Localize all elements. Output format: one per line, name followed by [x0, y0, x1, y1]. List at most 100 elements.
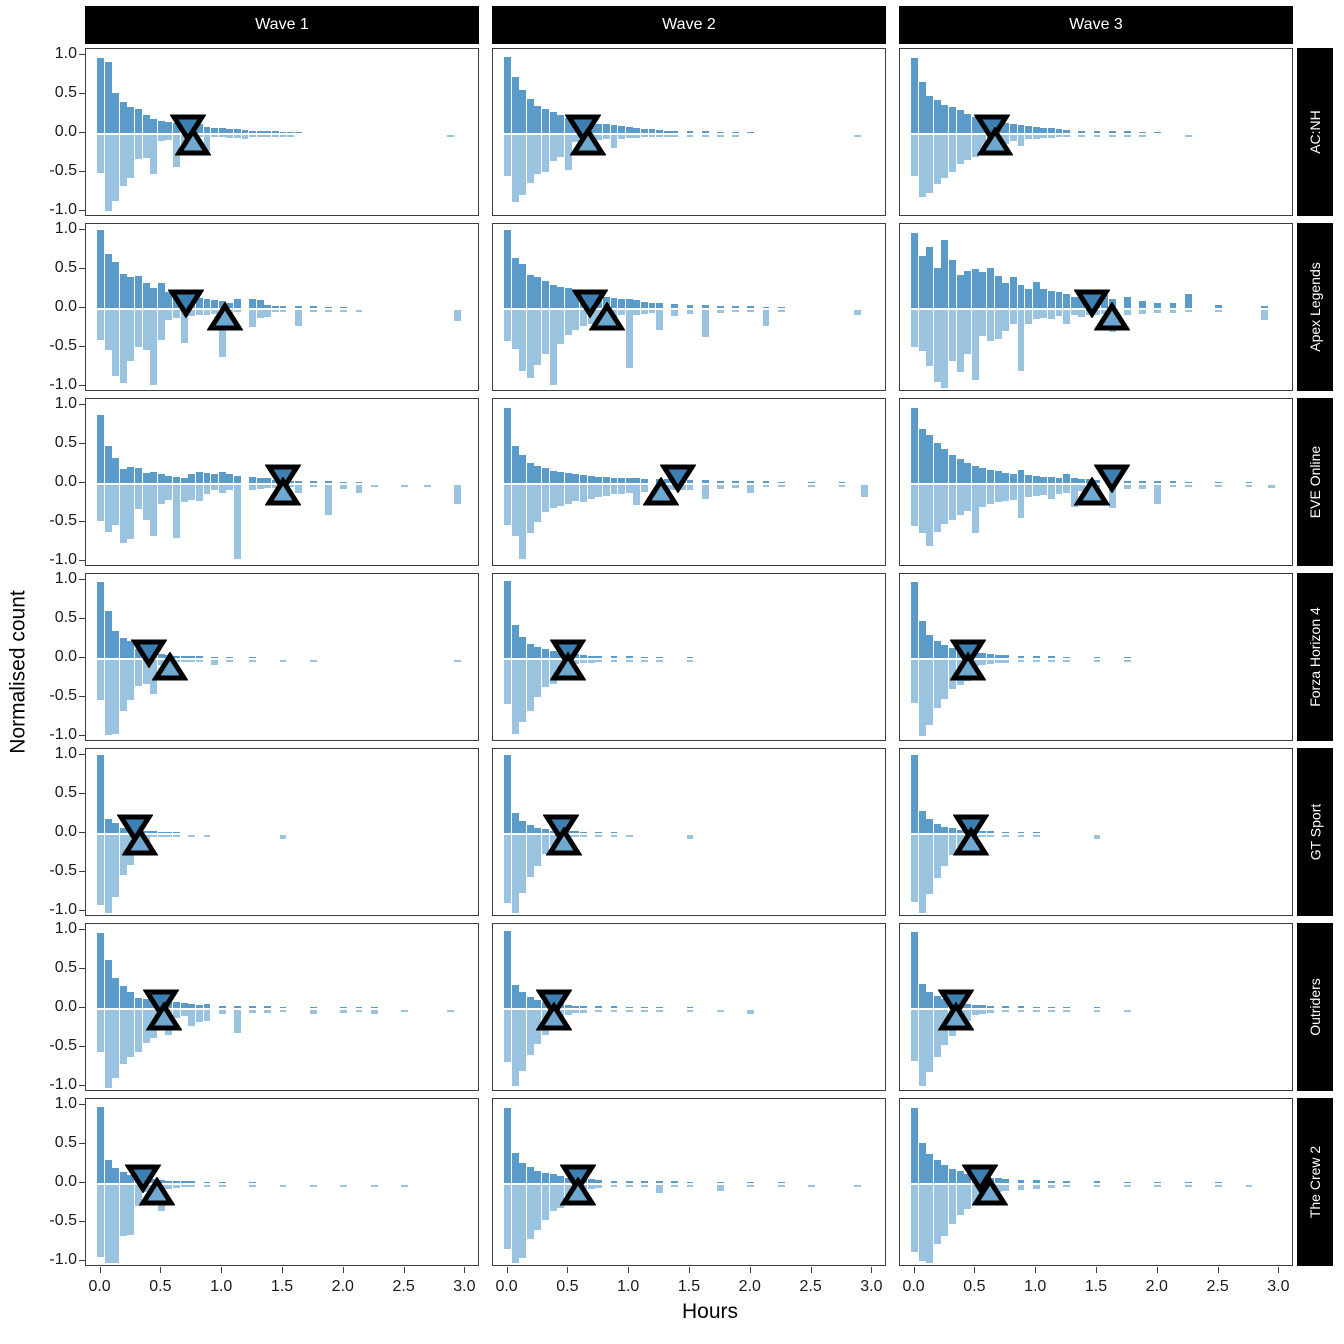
- bar-positive: [504, 56, 512, 133]
- bar-negative: [226, 660, 234, 662]
- bar-negative: [279, 660, 287, 662]
- bar-negative: [127, 1010, 135, 1058]
- y-tick-label: 0.0: [54, 298, 77, 315]
- y-tick-label: 0.0: [54, 473, 77, 490]
- bar-negative: [656, 660, 664, 662]
- bar-positive: [233, 476, 241, 483]
- bar-positive: [956, 110, 964, 133]
- bar-negative: [853, 310, 861, 315]
- bar-negative: [241, 135, 249, 139]
- bar-negative: [762, 310, 770, 327]
- bar-negative: [926, 485, 934, 546]
- facet-col-label: Wave 2: [662, 16, 716, 33]
- bar-negative: [1032, 310, 1040, 320]
- bar-negative: [1123, 660, 1131, 662]
- bar-positive: [926, 634, 934, 658]
- bar-negative: [1009, 310, 1017, 324]
- bar-positive: [534, 647, 542, 658]
- bar-negative: [633, 310, 641, 315]
- x-tick-label: 2.0: [1145, 1278, 1168, 1295]
- bar-negative: [625, 135, 633, 139]
- bar-negative: [1063, 135, 1071, 138]
- bar-negative: [1055, 135, 1063, 138]
- marker-triangle-up: [1093, 302, 1130, 331]
- bar-negative: [104, 310, 112, 351]
- bar-positive: [526, 462, 534, 483]
- bar-negative: [511, 310, 519, 349]
- bar-negative: [941, 310, 949, 388]
- facet-row-label: Apex Legends: [1307, 262, 1323, 352]
- facet-panel: [492, 923, 886, 1091]
- bar-negative: [1154, 1185, 1162, 1187]
- bar-negative: [157, 835, 165, 837]
- bar-negative: [325, 310, 333, 312]
- bar-negative: [1093, 660, 1101, 662]
- bar-positive: [542, 280, 550, 308]
- bar-negative: [195, 1010, 203, 1022]
- bar-positive: [1139, 301, 1147, 308]
- bar-positive: [97, 581, 105, 658]
- bar-negative: [279, 310, 287, 312]
- bar-negative: [256, 485, 264, 489]
- bar-negative: [1047, 310, 1055, 319]
- bar-positive: [926, 434, 934, 483]
- x-tick-mark: [974, 1267, 976, 1273]
- y-tick-label: 0.5: [54, 784, 77, 802]
- facet-row-strip-2: Apex Legends: [1297, 223, 1333, 391]
- x-tick-mark: [464, 1267, 466, 1273]
- bar-positive: [1002, 472, 1010, 483]
- bar-negative: [188, 485, 196, 500]
- bar-negative: [534, 1185, 542, 1231]
- bar-positive: [918, 1143, 926, 1183]
- bar-positive: [256, 300, 264, 308]
- marker-triangle-up: [1074, 477, 1111, 506]
- bar-negative: [1123, 1010, 1131, 1012]
- bar-negative: [686, 660, 694, 662]
- bar-negative: [534, 660, 542, 698]
- bar-negative: [526, 135, 534, 184]
- bar-negative: [1040, 135, 1048, 139]
- bar-negative: [188, 1010, 196, 1026]
- facet-panel: [492, 48, 886, 216]
- bar-negative: [1215, 1185, 1223, 1187]
- bar-negative: [218, 485, 226, 493]
- bar-negative: [355, 485, 363, 493]
- bar-negative: [511, 1010, 519, 1087]
- bar-negative: [211, 485, 219, 491]
- facet-col-strip-2: Wave 2: [492, 6, 886, 44]
- marker-triangle-up: [950, 652, 987, 681]
- bar-negative: [256, 135, 264, 137]
- bar-negative: [97, 835, 105, 905]
- bar-negative: [625, 485, 633, 493]
- bar-negative: [595, 1185, 603, 1189]
- bar-positive: [112, 978, 120, 1008]
- bar-negative: [1078, 135, 1086, 137]
- bar-negative: [534, 135, 542, 174]
- bar-negative: [1017, 660, 1025, 663]
- bar-positive: [956, 458, 964, 483]
- bar-negative: [218, 1185, 226, 1187]
- bar-negative: [941, 660, 949, 699]
- bar-negative: [1047, 135, 1055, 139]
- bar-negative: [233, 1010, 241, 1034]
- bar-negative: [157, 135, 165, 142]
- x-tick-mark: [1096, 1267, 1097, 1273]
- bar-negative: [165, 485, 173, 500]
- bar-negative: [602, 485, 610, 496]
- x-tick-mark: [628, 1267, 630, 1273]
- bar-negative: [97, 660, 105, 700]
- bar-negative: [1139, 310, 1147, 314]
- bar-negative: [964, 485, 972, 511]
- bar-positive: [135, 468, 143, 483]
- bar-negative: [454, 310, 462, 321]
- marker-triangle-down: [167, 289, 204, 318]
- bar-negative: [1040, 310, 1048, 318]
- bar-positive: [1025, 126, 1033, 133]
- bar-negative: [142, 485, 150, 520]
- bar-negative: [1032, 835, 1040, 837]
- bar-positive: [549, 1174, 557, 1183]
- y-tick-label: 0.5: [54, 1134, 77, 1152]
- bar-negative: [933, 135, 941, 184]
- bar-positive: [994, 276, 1002, 308]
- bar-negative: [264, 310, 272, 317]
